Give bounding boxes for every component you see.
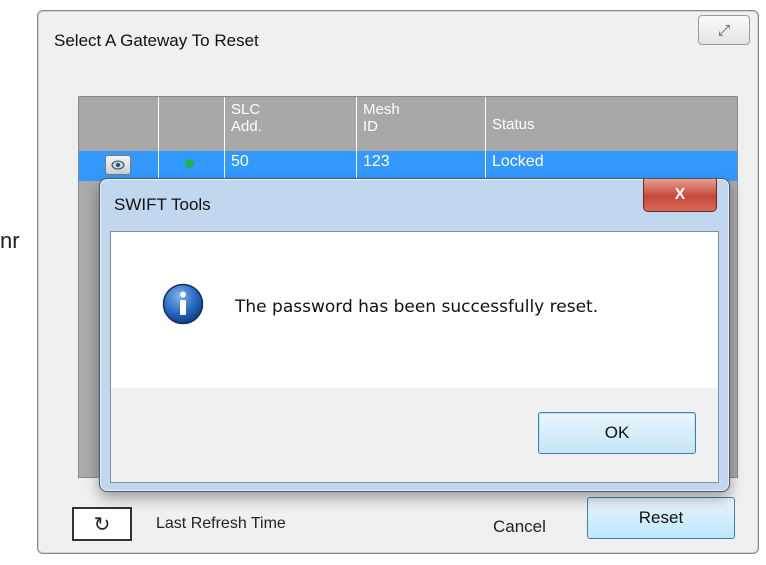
- eye-icon: [111, 160, 125, 170]
- close-button[interactable]: ⤢: [698, 15, 750, 45]
- message-box-title: SWIFT Tools: [114, 195, 211, 214]
- slc-address-cell: 50: [225, 151, 357, 181]
- reset-button[interactable]: Reset: [587, 497, 735, 539]
- header-mesh-id[interactable]: Mesh ID: [357, 97, 486, 151]
- refresh-button[interactable]: ↻: [72, 507, 132, 541]
- cancel-button[interactable]: Cancel: [493, 517, 546, 537]
- ok-button[interactable]: OK: [538, 412, 696, 454]
- info-icon: [162, 283, 204, 325]
- status-indicator-icon: [185, 159, 194, 168]
- message-box: SWIFT Tools X The password has been succ…: [99, 178, 730, 492]
- view-button[interactable]: [105, 155, 131, 175]
- close-icon: X: [674, 186, 686, 203]
- last-refresh-label: Last Refresh Time: [156, 515, 286, 532]
- message-body: The password has been successfully reset…: [110, 231, 719, 483]
- header-view-column[interactable]: [79, 97, 159, 151]
- message-close-button[interactable]: X: [643, 179, 717, 212]
- message-text: The password has been successfully reset…: [235, 297, 599, 317]
- indicator-cell: [159, 151, 225, 181]
- dialog-title: Select A Gateway To Reset: [54, 31, 259, 50]
- grid-header: SLC Add. Mesh ID Status: [79, 97, 737, 151]
- close-icon: ⤢: [717, 21, 730, 39]
- view-cell[interactable]: [79, 151, 159, 181]
- header-slc-address[interactable]: SLC Add.: [225, 97, 357, 151]
- background-clipped-text: nr: [0, 228, 20, 253]
- status-cell: Locked: [492, 153, 544, 170]
- header-indicator-column[interactable]: [159, 97, 225, 151]
- table-row[interactable]: 50 123 Locked: [79, 151, 737, 181]
- mesh-id-cell: 123: [357, 151, 486, 181]
- refresh-icon: ↻: [93, 513, 111, 536]
- header-status[interactable]: Status: [486, 97, 737, 151]
